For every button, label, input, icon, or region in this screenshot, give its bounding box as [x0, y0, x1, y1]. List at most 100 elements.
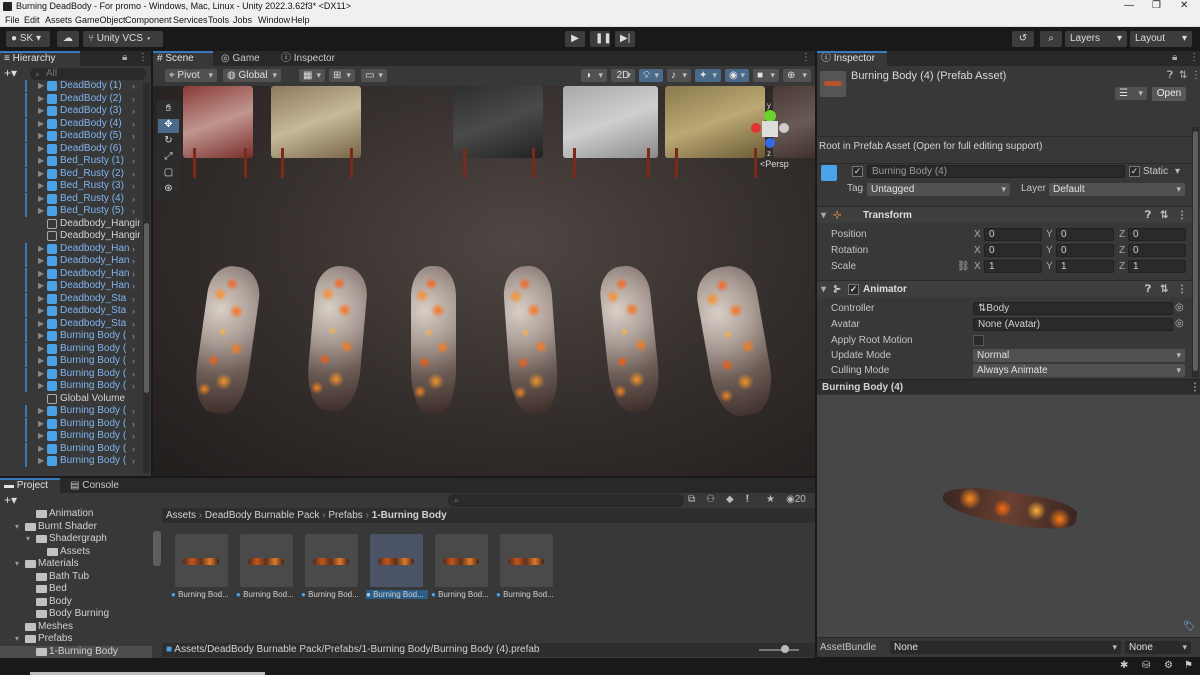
vcs-button[interactable]: ⑂ Unity VCS ▾: [83, 31, 163, 47]
preset-icon[interactable]: ⇅: [1179, 70, 1187, 81]
hierarchy-item[interactable]: ▶ Burning Body (›: [0, 380, 142, 392]
kebab-menu-icon[interactable]: ⋮: [1177, 281, 1187, 298]
cache-server-icon[interactable]: ⛁: [1142, 660, 1150, 671]
expand-arrow-icon[interactable]: ▶: [38, 118, 44, 130]
hierarchy-item[interactable]: ▶ DeadBody (4) ›: [0, 117, 142, 130]
folder-tree-item[interactable]: Assets: [0, 546, 152, 558]
folder-tree-item[interactable]: Animation: [0, 508, 152, 520]
2d-toggle[interactable]: 2D: [611, 69, 635, 82]
search-by-type-icon[interactable]: ⧉: [688, 494, 695, 505]
menu-assets[interactable]: Assets: [45, 15, 72, 25]
prefab-options-dropdown[interactable]: ☰: [1115, 87, 1147, 100]
scale-y-field[interactable]: 1: [1056, 260, 1114, 273]
menu-edit[interactable]: Edit: [24, 15, 40, 25]
animator-enabled-checkbox[interactable]: ✓: [848, 284, 859, 295]
audio-toggle[interactable]: ♪: [667, 69, 691, 82]
orientation-gizmo[interactable]: y z <Persp: [743, 101, 803, 171]
hierarchy-scrollbar[interactable]: [143, 83, 150, 473]
open-prefab-chevron-icon[interactable]: ›: [132, 130, 135, 142]
open-prefab-chevron-icon[interactable]: ›: [132, 330, 135, 342]
pause-button[interactable]: ❚❚: [590, 31, 612, 47]
expand-arrow-icon[interactable]: ▶: [38, 255, 44, 267]
menu-gameobject[interactable]: GameObject: [75, 15, 126, 25]
expand-arrow-icon[interactable]: ▶: [38, 80, 44, 92]
hierarchy-item[interactable]: ▶ DeadBody (5) ›: [0, 130, 142, 142]
hierarchy-item[interactable]: ▶ DeadBody (2) ›: [0, 92, 142, 105]
hierarchy-item[interactable]: ▶ DeadBody (6) ›: [0, 142, 142, 155]
search-button[interactable]: ⌕: [1040, 31, 1062, 47]
hierarchy-item[interactable]: ▶ Bed_Rusty (1) ›: [0, 155, 142, 167]
animator-header[interactable]: ▾ ⊱ ✓ Animator ❓︎ ⇅ ⋮: [817, 280, 1200, 297]
asset-thumbnail-selected[interactable]: [370, 534, 423, 587]
graphics-icon[interactable]: ⚙: [1164, 660, 1173, 671]
expand-arrow-icon[interactable]: ▶: [38, 355, 44, 367]
open-prefab-chevron-icon[interactable]: ›: [132, 118, 135, 130]
folder-tree-item[interactable]: Bath Tub: [0, 571, 152, 583]
tab-inspector[interactable]: ⓘ Inspector: [817, 51, 887, 66]
expand-arrow-icon[interactable]: ▶: [38, 330, 44, 342]
hierarchy-search-input[interactable]: ⌕ All: [30, 68, 146, 80]
hierarchy-item[interactable]: Deadbody_Hangin: [0, 230, 142, 242]
asset-label[interactable]: ● Burning Bod...: [236, 590, 298, 599]
open-prefab-chevron-icon[interactable]: ›: [132, 418, 135, 430]
menu-file[interactable]: File: [5, 15, 20, 25]
expand-arrow-icon[interactable]: ▶: [38, 168, 44, 180]
global-dropdown[interactable]: ◍ Global: [223, 69, 281, 82]
help-icon[interactable]: ❓︎: [1167, 70, 1173, 81]
object-name-field[interactable]: Burning Body (4): [867, 165, 1125, 178]
open-prefab-chevron-icon[interactable]: ›: [132, 405, 135, 417]
slider-handle[interactable]: [781, 645, 789, 653]
preview-viewport[interactable]: 🏷︎: [817, 395, 1200, 637]
cloud-button[interactable]: ☁: [57, 31, 79, 47]
scene-viewport[interactable]: [153, 86, 815, 476]
search-by-label-icon[interactable]: ⚇: [706, 494, 715, 505]
open-prefab-chevron-icon[interactable]: ›: [132, 305, 135, 317]
kebab-menu-icon[interactable]: ⋮: [1190, 380, 1200, 395]
rect-tool-icon[interactable]: ▢: [158, 167, 179, 181]
project-search-input[interactable]: ⌕: [448, 494, 684, 507]
play-button[interactable]: ▶: [565, 31, 585, 47]
draw-mode-dropdown[interactable]: ◑: [581, 69, 607, 82]
position-x-field[interactable]: 0: [984, 228, 1042, 241]
asset-label[interactable]: ● Burning Bod...: [496, 590, 558, 599]
foldout-arrow-icon[interactable]: ▾: [26, 533, 30, 545]
expand-arrow-icon[interactable]: ▶: [38, 418, 44, 430]
layout-dropdown[interactable]: Layout ▾: [1130, 31, 1192, 47]
hierarchy-item[interactable]: ▶ Burning Body (›: [0, 355, 142, 367]
foldout-arrow-icon[interactable]: ▾: [15, 633, 19, 645]
help-icon[interactable]: ❓︎: [1145, 281, 1151, 298]
hierarchy-item[interactable]: ▶ Burning Body (›: [0, 455, 142, 467]
avatar-field[interactable]: None (Avatar): [973, 318, 1173, 331]
open-prefab-chevron-icon[interactable]: ›: [132, 143, 135, 155]
hierarchy-item[interactable]: ▶ Deadbody_Sta ›: [0, 305, 142, 317]
inspector-scrollbar[interactable]: [1192, 127, 1199, 377]
rotation-x-field[interactable]: 0: [984, 244, 1042, 257]
expand-arrow-icon[interactable]: ▶: [38, 143, 44, 155]
open-prefab-chevron-icon[interactable]: ›: [132, 355, 135, 367]
hierarchy-item[interactable]: Global Volume: [0, 393, 142, 405]
folder-tree-item[interactable]: ▾ Materials: [0, 558, 152, 570]
hierarchy-item[interactable]: ▶ Bed_Rusty (5) ›: [0, 205, 142, 217]
hierarchy-item[interactable]: ▶ Bed_Rusty (4) ›: [0, 192, 142, 205]
menu-services[interactable]: Services: [173, 15, 208, 25]
asset-thumbnail[interactable]: [500, 534, 553, 587]
open-prefab-chevron-icon[interactable]: ›: [132, 293, 135, 305]
warning-icon[interactable]: ❗︎: [746, 494, 749, 505]
hierarchy-item[interactable]: Deadbody_Hangin: [0, 218, 142, 230]
account-button[interactable]: ● SK ▾: [6, 31, 50, 47]
folder-tree-item[interactable]: 1-Burning Body: [0, 645, 152, 658]
open-prefab-chevron-icon[interactable]: ›: [132, 155, 135, 167]
expand-arrow-icon[interactable]: ▶: [38, 293, 44, 305]
tab-scene[interactable]: # Scene: [153, 51, 213, 66]
open-prefab-button[interactable]: Open: [1152, 87, 1186, 101]
menu-tools[interactable]: Tools: [208, 15, 229, 25]
breadcrumb-prefabs[interactable]: Prefabs: [328, 510, 362, 521]
expand-arrow-icon[interactable]: ▶: [38, 405, 44, 417]
label-tag-icon[interactable]: 🏷︎: [1183, 621, 1196, 632]
expand-arrow-icon[interactable]: ▶: [38, 130, 44, 142]
hierarchy-item[interactable]: ▶ Deadbody_Han ›: [0, 280, 142, 292]
transform-tool-icon[interactable]: ⊛: [158, 183, 179, 197]
expand-arrow-icon[interactable]: ▶: [38, 93, 44, 105]
folder-tree-item[interactable]: Body Burning: [0, 608, 152, 620]
expand-arrow-icon[interactable]: ▶: [38, 380, 44, 392]
